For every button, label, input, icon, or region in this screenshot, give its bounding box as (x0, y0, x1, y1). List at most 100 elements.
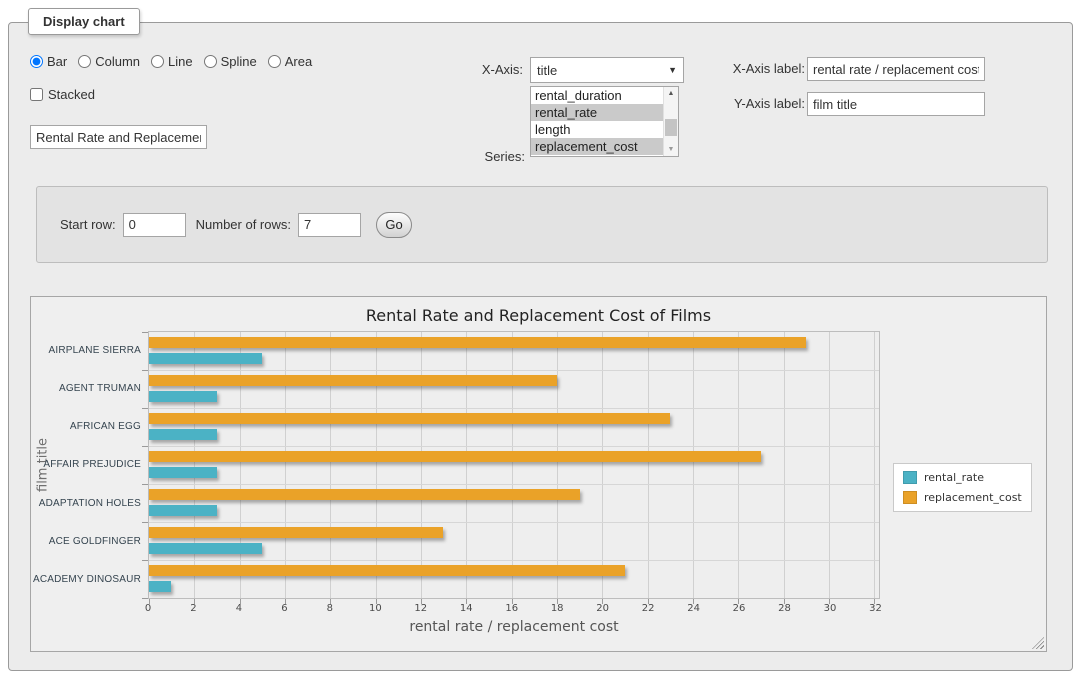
stacked-checkbox[interactable] (30, 88, 43, 101)
legend-label: replacement_cost (924, 491, 1022, 504)
gridline (240, 332, 241, 598)
category-label: ACADEMY DINOSAUR (31, 561, 141, 599)
legend-item-rental_rate: rental_rate (903, 471, 1022, 484)
x-tick-label: 24 (687, 603, 700, 614)
stacked-option[interactable]: Stacked (30, 87, 95, 102)
gridline (648, 332, 649, 598)
x-axis-title: rental rate / replacement cost (148, 619, 880, 635)
series-option-length[interactable]: length (531, 121, 663, 138)
y-tick-mark (142, 332, 148, 333)
chart-type-label: Column (95, 54, 140, 69)
x-tick-label: 14 (460, 603, 473, 614)
chart-type-radio-spline[interactable] (204, 55, 217, 68)
bar-rental_rate (149, 543, 262, 554)
category-label: AIRPLANE SIERRA (31, 331, 141, 369)
legend-label: rental_rate (924, 471, 984, 484)
gridline (466, 332, 467, 598)
x-tick-label: 28 (778, 603, 791, 614)
gridline (285, 332, 286, 598)
scrollbar-thumb[interactable] (665, 119, 677, 136)
chart-type-radio-column[interactable] (78, 55, 91, 68)
chart-type-spline[interactable]: Spline (204, 54, 257, 69)
x-tick-label: 12 (414, 603, 427, 614)
gridline (421, 332, 422, 598)
x-tick-label: 6 (281, 603, 287, 614)
chart-type-line[interactable]: Line (151, 54, 193, 69)
chart-type-label: Line (168, 54, 193, 69)
x-tick-label: 20 (596, 603, 609, 614)
category-label: AGENT TRUMAN (31, 369, 141, 407)
chart-type-area[interactable]: Area (268, 54, 312, 69)
gridline (149, 522, 879, 523)
y-tick-mark (142, 484, 148, 485)
chart-type-label: Spline (221, 54, 257, 69)
bar-replacement_cost (149, 413, 670, 424)
x-tick-label: 16 (505, 603, 518, 614)
category-label: AFFAIR PREJUDICE (31, 446, 141, 484)
bar-replacement_cost (149, 337, 806, 348)
y-tick-mark (142, 446, 148, 447)
x-tick-label: 32 (869, 603, 882, 614)
x-tick-label: 30 (824, 603, 837, 614)
bar-replacement_cost (149, 489, 580, 500)
series-option-replacement_cost[interactable]: replacement_cost (531, 138, 663, 155)
category-label: AFRICAN EGG (31, 408, 141, 446)
stacked-label: Stacked (48, 87, 95, 102)
y-axis-label-input[interactable] (807, 92, 985, 116)
gridline (149, 560, 879, 561)
start-row-input[interactable] (123, 213, 186, 237)
x-axis-label-input[interactable] (807, 57, 985, 81)
bar-rental_rate (149, 429, 217, 440)
x-tick-label: 2 (190, 603, 196, 614)
y-tick-mark (142, 370, 148, 371)
x-axis-label-label: X-Axis label: (640, 61, 805, 76)
chart-type-radio-area[interactable] (268, 55, 281, 68)
legend-swatch (903, 471, 917, 484)
legend-item-replacement_cost: replacement_cost (903, 491, 1022, 504)
series-select-label: Series: (447, 149, 525, 164)
gridline (874, 332, 875, 598)
resize-handle-icon[interactable] (1032, 637, 1044, 649)
number-of-rows-input[interactable] (298, 213, 361, 237)
gridline (376, 332, 377, 598)
display-chart-panel: BarColumnLineSplineArea Stacked X-Axis: … (8, 22, 1073, 671)
gridline (557, 332, 558, 598)
gridline (512, 332, 513, 598)
gridline (602, 332, 603, 598)
chart-type-radio-bar[interactable] (30, 55, 43, 68)
gridline (149, 446, 879, 447)
legend-swatch (903, 491, 917, 504)
x-tick-label: 10 (369, 603, 382, 614)
bar-replacement_cost (149, 565, 625, 576)
gridline (738, 332, 739, 598)
gridline (149, 408, 879, 409)
bar-rental_rate (149, 505, 217, 516)
y-tick-mark (142, 522, 148, 523)
chart-type-column[interactable]: Column (78, 54, 140, 69)
chart-type-group: Bar Column Line Spline Area (30, 54, 323, 69)
y-axis-labels: AIRPLANE SIERRAAGENT TRUMANAFRICAN EGGAF… (31, 331, 141, 599)
gridline (829, 332, 830, 598)
number-of-rows-label: Number of rows: (196, 217, 291, 232)
chart-container: Rental Rate and Replacement Cost of Film… (30, 296, 1047, 652)
gridline (149, 484, 879, 485)
bar-rental_rate (149, 581, 171, 592)
plot-area (148, 331, 880, 599)
bar-replacement_cost (149, 451, 761, 462)
scroll-down-icon[interactable]: ▼ (664, 143, 678, 156)
chart-type-label: Bar (47, 54, 67, 69)
display-chart-tab-label: Display chart (43, 14, 125, 29)
y-axis-label-label: Y-Axis label: (640, 96, 805, 111)
chart-type-radio-line[interactable] (151, 55, 164, 68)
chart-title-input[interactable] (30, 125, 207, 149)
gridline (693, 332, 694, 598)
x-tick-label: 26 (733, 603, 746, 614)
x-tick-label: 8 (327, 603, 333, 614)
chart-legend: rental_rate replacement_cost (893, 463, 1032, 512)
chart-type-label: Area (285, 54, 312, 69)
gridline (149, 370, 879, 371)
display-chart-tab[interactable]: Display chart (28, 8, 140, 35)
go-button[interactable]: Go (376, 212, 412, 238)
chart-type-bar[interactable]: Bar (30, 54, 67, 69)
x-axis-ticks: 02468101214161820222426283032 (148, 603, 880, 617)
